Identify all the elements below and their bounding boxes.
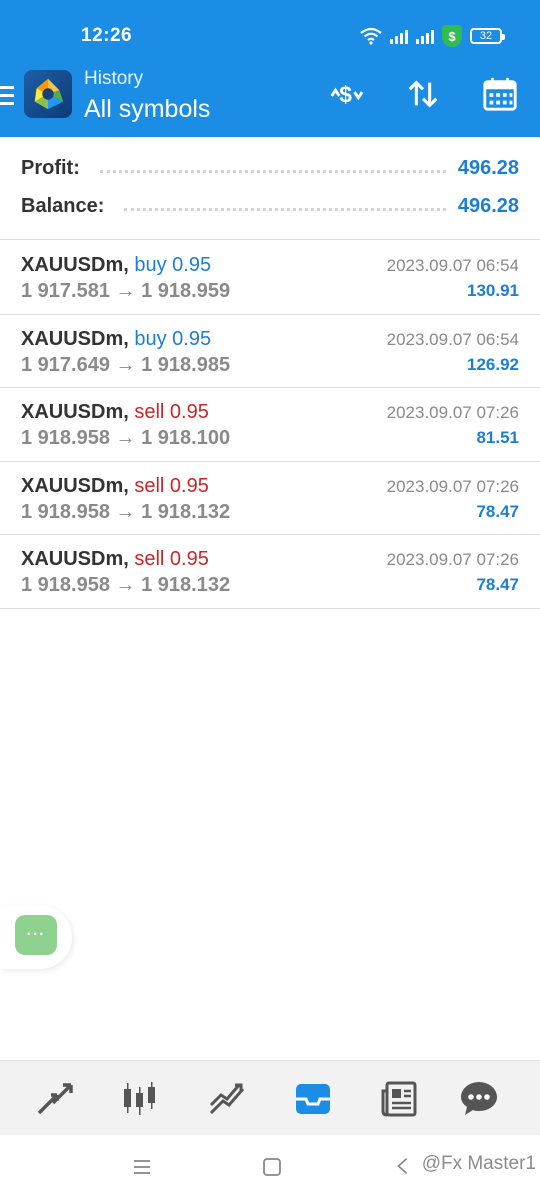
more-chat-button[interactable]: ···: [15, 915, 57, 955]
app-header: 12:26 $ 32 History All symbols $: [0, 0, 540, 137]
news-icon[interactable]: [377, 1077, 421, 1121]
status-time: 12:26: [81, 25, 133, 46]
bottom-navigation: [0, 1060, 540, 1135]
deal-symbol: XAUUSDm,: [21, 474, 129, 497]
status-bar: 12:26 $ 32: [0, 0, 540, 60]
deal-prices: 1 917.649 → 1 918.985: [21, 353, 231, 376]
deal-header: XAUUSDm, sell 0.95: [21, 475, 209, 498]
dotted-leader: [99, 169, 446, 173]
divider: [0, 607, 540, 609]
deal-row[interactable]: XAUUSDm, sell 0.95 1 918.958 → 1 918.132 2…: [0, 461, 540, 534]
profit-value: 496.28: [457, 156, 519, 179]
recent-apps-icon[interactable]: [130, 1155, 154, 1179]
dollar-filter-icon[interactable]: $: [325, 74, 365, 114]
toolbar: History All symbols $: [0, 62, 540, 137]
deal-symbol: XAUUSDm,: [21, 548, 129, 570]
wifi-icon: [360, 27, 382, 45]
deal-header: XAUUSDm, buy 0.95: [21, 254, 211, 277]
deal-profit: 78.47: [476, 501, 519, 521]
deal-symbol: XAUUSDm,: [21, 327, 129, 350]
back-icon[interactable]: [392, 1155, 414, 1177]
deal-header: XAUUSDm, sell 0.95: [21, 401, 209, 424]
profit-row: Profit: 496.28: [21, 153, 519, 183]
profit-label: Profit:: [21, 156, 80, 179]
battery-icon: 32: [470, 28, 505, 44]
deal-time: 2023.09.07 06:54: [386, 329, 519, 349]
watermark-text: @Fx Master1: [421, 1153, 536, 1174]
page-section-label: History: [84, 68, 144, 89]
deal-time: 2023.09.07 07:26: [386, 476, 519, 496]
calendar-icon[interactable]: [480, 74, 520, 114]
deal-header: XAUUSDm, buy 0.95: [21, 328, 211, 351]
balance-label: Balance:: [21, 194, 105, 217]
balance-row: Balance: 496.28: [21, 191, 519, 221]
page-title[interactable]: All symbols: [84, 95, 210, 124]
sort-icon[interactable]: [403, 74, 443, 114]
deal-header: XAUUSDm, sell 0.95: [21, 548, 209, 571]
deal-row[interactable]: XAUUSDm, sell 0.95 1 918.958 → 1 918.132 2…: [0, 534, 540, 607]
signal-icon-2: [416, 28, 434, 44]
shield-dollar-icon: $: [442, 25, 462, 47]
floating-panel: ···: [0, 905, 72, 969]
signal-icon-1: [390, 28, 408, 44]
deal-side: buy 0.95: [134, 327, 212, 350]
system-navigation: @Fx Master1: [0, 1135, 540, 1200]
deal-row[interactable]: XAUUSDm, buy 0.95 1 917.581 → 1 918.959 20…: [0, 240, 540, 313]
deal-prices: 1 917.581 → 1 918.959: [21, 280, 231, 302]
deal-symbol: XAUUSDm,: [21, 254, 129, 276]
deal-side: sell 0.95: [134, 548, 209, 570]
deal-row[interactable]: XAUUSDm, sell 0.95 1 918.958 → 1 918.100 2…: [0, 387, 540, 460]
status-icons: $ 32: [360, 24, 505, 48]
balance-value: 496.28: [457, 194, 519, 217]
deal-side: sell 0.95: [134, 401, 209, 423]
home-icon[interactable]: [260, 1155, 284, 1179]
summary-panel: Profit: 496.28 Balance: 496.28: [0, 137, 540, 239]
dotted-leader: [124, 207, 446, 211]
chart-icon[interactable]: [118, 1077, 162, 1121]
quotes-icon[interactable]: [33, 1077, 77, 1121]
deal-profit: 126.92: [467, 354, 519, 374]
deal-time: 2023.09.07 06:54: [386, 256, 519, 275]
menu-icon[interactable]: [0, 86, 14, 106]
app-logo-icon: [24, 70, 72, 118]
deal-profit: 81.51: [476, 428, 519, 447]
deal-side: sell 0.95: [134, 474, 209, 497]
deal-side: buy 0.95: [134, 254, 212, 276]
deal-prices: 1 918.958 → 1 918.100: [21, 427, 231, 449]
deal-time: 2023.09.07 07:26: [386, 550, 519, 569]
deal-prices: 1 918.958 → 1 918.132: [21, 574, 231, 596]
history-icon[interactable]: [291, 1077, 335, 1121]
chat-icon[interactable]: [457, 1077, 501, 1121]
deal-row[interactable]: XAUUSDm, buy 0.95 1 917.649 → 1 918.985 20…: [0, 314, 540, 387]
deal-profit: 130.91: [467, 281, 519, 300]
trade-icon[interactable]: [205, 1077, 249, 1121]
deal-profit: 78.47: [476, 575, 519, 594]
deal-symbol: XAUUSDm,: [21, 401, 129, 423]
deal-time: 2023.09.07 07:26: [386, 403, 519, 422]
svg-text:$: $: [339, 82, 352, 108]
deal-prices: 1 918.958 → 1 918.132: [21, 500, 231, 523]
